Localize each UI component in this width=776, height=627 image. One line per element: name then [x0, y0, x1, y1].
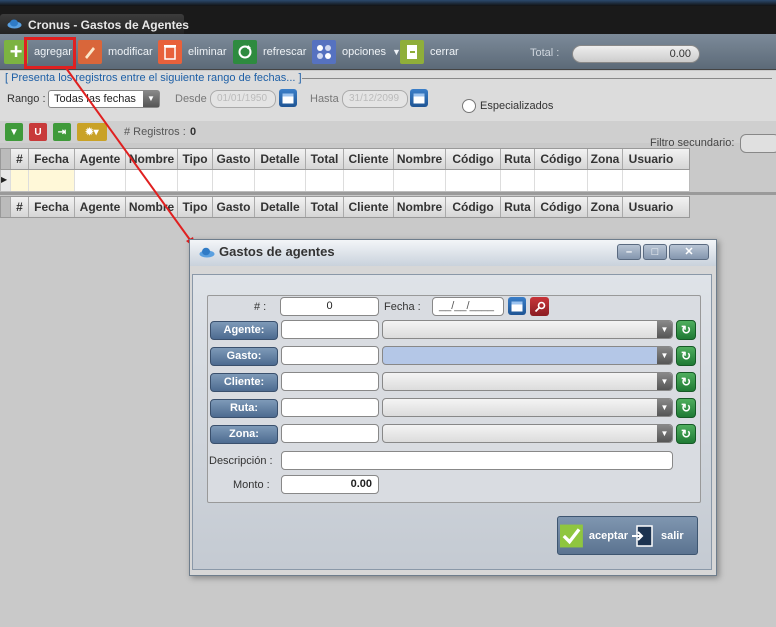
agente-code-input[interactable] — [281, 320, 379, 339]
cliente-code-input[interactable] — [281, 372, 379, 391]
dialog-titlebar[interactable]: Gastos de agentes – □ ✕ — [190, 240, 716, 266]
salir-button[interactable]: salir — [630, 518, 696, 553]
cliente-lookup-button[interactable]: Cliente: — [210, 373, 278, 392]
chevron-down-icon: ▼ — [657, 321, 672, 338]
num-field[interactable]: 0 — [280, 297, 379, 316]
cliente-refresh-icon[interactable]: ↻ — [676, 372, 696, 392]
zona-select[interactable]: ▼ — [382, 424, 673, 443]
chevron-down-icon: ▼ — [657, 399, 672, 416]
dialog-title: Gastos de agentes — [219, 244, 335, 259]
agente-lookup-button[interactable]: Agente: — [210, 321, 278, 340]
exit-icon — [632, 524, 653, 547]
zona-lookup-button[interactable]: Zona: — [210, 425, 278, 444]
gasto-select[interactable]: ▼ — [382, 346, 673, 365]
cliente-select[interactable]: ▼ — [382, 372, 673, 391]
descripcion-input[interactable] — [281, 451, 673, 470]
maximize-button[interactable]: □ — [643, 244, 667, 260]
gasto-lookup-button[interactable]: Gasto: — [210, 347, 278, 366]
fecha-field[interactable]: __/__/____ — [432, 297, 504, 316]
ruta-code-input[interactable] — [281, 398, 379, 417]
gasto-refresh-icon[interactable]: ↻ — [676, 346, 696, 366]
close-window-button[interactable]: ✕ — [669, 244, 709, 260]
fecha-label: Fecha : — [384, 301, 421, 313]
descripcion-label: Descripción : — [209, 455, 273, 467]
monto-input[interactable]: 0.00 — [281, 475, 379, 494]
ruta-refresh-icon[interactable]: ↻ — [676, 398, 696, 418]
agente-refresh-icon[interactable]: ↻ — [676, 320, 696, 340]
key-icon[interactable] — [530, 297, 549, 316]
agente-select[interactable]: ▼ — [382, 320, 673, 339]
check-icon — [560, 524, 583, 547]
gasto-code-input[interactable] — [281, 346, 379, 365]
minimize-button[interactable]: – — [617, 244, 641, 260]
chevron-down-icon: ▼ — [657, 425, 672, 442]
aceptar-button[interactable]: aceptar — [558, 518, 628, 553]
cloud-logo-icon — [199, 247, 215, 258]
monto-label: Monto : — [233, 479, 270, 491]
chevron-down-icon: ▼ — [657, 373, 672, 390]
chevron-down-icon: ▼ — [657, 347, 672, 364]
fecha-calendar-icon[interactable] — [508, 297, 526, 315]
num-label: # : — [254, 301, 267, 313]
zona-code-input[interactable] — [281, 424, 379, 443]
ruta-select[interactable]: ▼ — [382, 398, 673, 417]
zona-refresh-icon[interactable]: ↻ — [676, 424, 696, 444]
ruta-lookup-button[interactable]: Ruta: — [210, 399, 278, 418]
